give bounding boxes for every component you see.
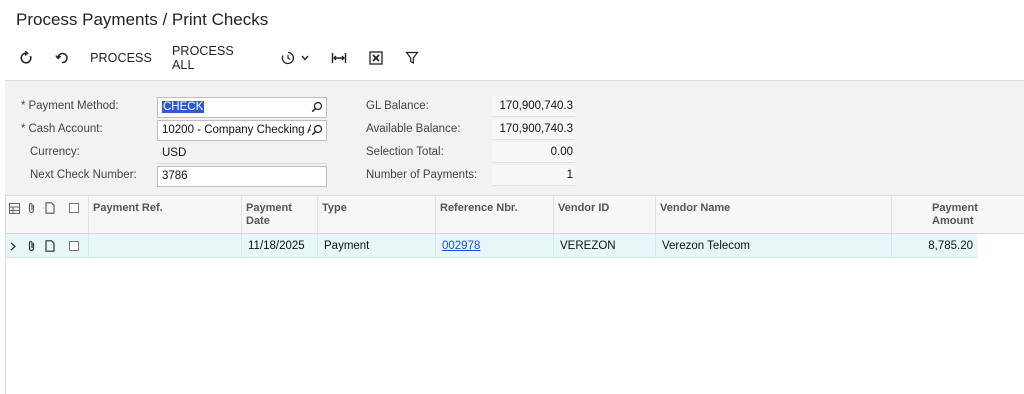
- selection-total-value: 0.00: [492, 142, 575, 163]
- undo-icon: [55, 52, 68, 64]
- filter-icon: [405, 51, 419, 65]
- clock-icon: [281, 51, 294, 65]
- filter-button[interactable]: [402, 44, 422, 72]
- col-type[interactable]: Type: [317, 196, 435, 234]
- col-payment-amount[interactable]: Payment Amount: [891, 196, 978, 234]
- col-payment-date[interactable]: Payment Date: [241, 196, 317, 234]
- cell-vendor-name[interactable]: Verezon Telecom: [655, 234, 891, 258]
- next-check-number-label: Next Check Number:: [30, 169, 137, 181]
- undo-button[interactable]: [52, 44, 72, 72]
- cash-account-field[interactable]: 10200 - Company Checking A: [157, 120, 327, 141]
- search-icon[interactable]: [311, 101, 323, 113]
- attachment-icon: [24, 201, 38, 215]
- row-select-checkbox[interactable]: [67, 239, 81, 253]
- refresh-icon: [20, 51, 32, 64]
- col-vendor-name[interactable]: Vendor Name: [655, 196, 891, 234]
- number-of-payments-label: Number of Payments:: [366, 169, 478, 181]
- required-marker: *: [21, 100, 26, 112]
- grid-header: Payment Ref. Payment Date Type Reference…: [5, 196, 1024, 234]
- attachment-icon[interactable]: [24, 239, 38, 253]
- note-icon[interactable]: [43, 239, 57, 253]
- cell-reference-nbr[interactable]: 002978: [435, 234, 553, 258]
- refresh-button[interactable]: [16, 44, 36, 72]
- table-row[interactable]: 11/18/2025 Payment 002978 VEREZON Verezo…: [5, 234, 977, 258]
- grid-settings-icon[interactable]: [6, 201, 22, 215]
- currency-label: Currency:: [30, 146, 80, 158]
- col-payment-ref[interactable]: Payment Ref.: [88, 196, 241, 234]
- export-excel-button[interactable]: [366, 44, 386, 72]
- currency-value: USD: [162, 147, 187, 159]
- payment-method-label: * Payment Method:: [21, 100, 119, 112]
- selection-form: * Payment Method: CHECK * Cash Account: 10…: [5, 80, 1024, 196]
- search-icon[interactable]: [311, 124, 323, 136]
- excel-export-icon: [369, 51, 383, 65]
- process-all-button[interactable]: PROCESS ALL: [172, 44, 258, 72]
- col-vendor-id[interactable]: Vendor ID: [553, 196, 655, 234]
- selection-total-label: Selection Total:: [366, 146, 444, 158]
- fit-to-screen-button[interactable]: [328, 44, 350, 72]
- gl-balance-label: GL Balance:: [366, 100, 429, 112]
- cell-vendor-id[interactable]: VEREZON: [553, 234, 655, 258]
- chevron-down-icon: [301, 55, 309, 61]
- number-of-payments-value: 1: [492, 165, 575, 186]
- process-button[interactable]: PROCESS: [90, 44, 152, 72]
- cell-type[interactable]: Payment: [317, 234, 435, 258]
- page-title: Process Payments / Print Checks: [16, 10, 269, 29]
- schedule-dropdown-button[interactable]: [277, 44, 313, 72]
- payment-method-field[interactable]: CHECK: [157, 97, 327, 118]
- col-reference-nbr[interactable]: Reference Nbr.: [435, 196, 553, 234]
- note-icon: [43, 201, 57, 215]
- available-balance-label: Available Balance:: [366, 123, 461, 135]
- cash-account-label: * Cash Account:: [21, 123, 103, 135]
- cell-payment-date[interactable]: 11/18/2025: [241, 234, 317, 258]
- toolbar: PROCESS PROCESS ALL: [0, 44, 1024, 72]
- expand-row-icon[interactable]: [7, 239, 19, 253]
- reference-nbr-link[interactable]: 002978: [442, 240, 480, 252]
- gl-balance-value: 170,900,740.3: [492, 96, 575, 117]
- cell-payment-ref[interactable]: [88, 234, 241, 258]
- available-balance-value: 170,900,740.3: [492, 119, 575, 140]
- fit-width-icon: [331, 53, 347, 63]
- next-check-number-field[interactable]: 3786: [157, 166, 327, 187]
- cell-payment-amount[interactable]: 8,785.20: [891, 234, 977, 258]
- grid-left-border: [5, 196, 6, 394]
- select-all-checkbox[interactable]: [67, 201, 81, 215]
